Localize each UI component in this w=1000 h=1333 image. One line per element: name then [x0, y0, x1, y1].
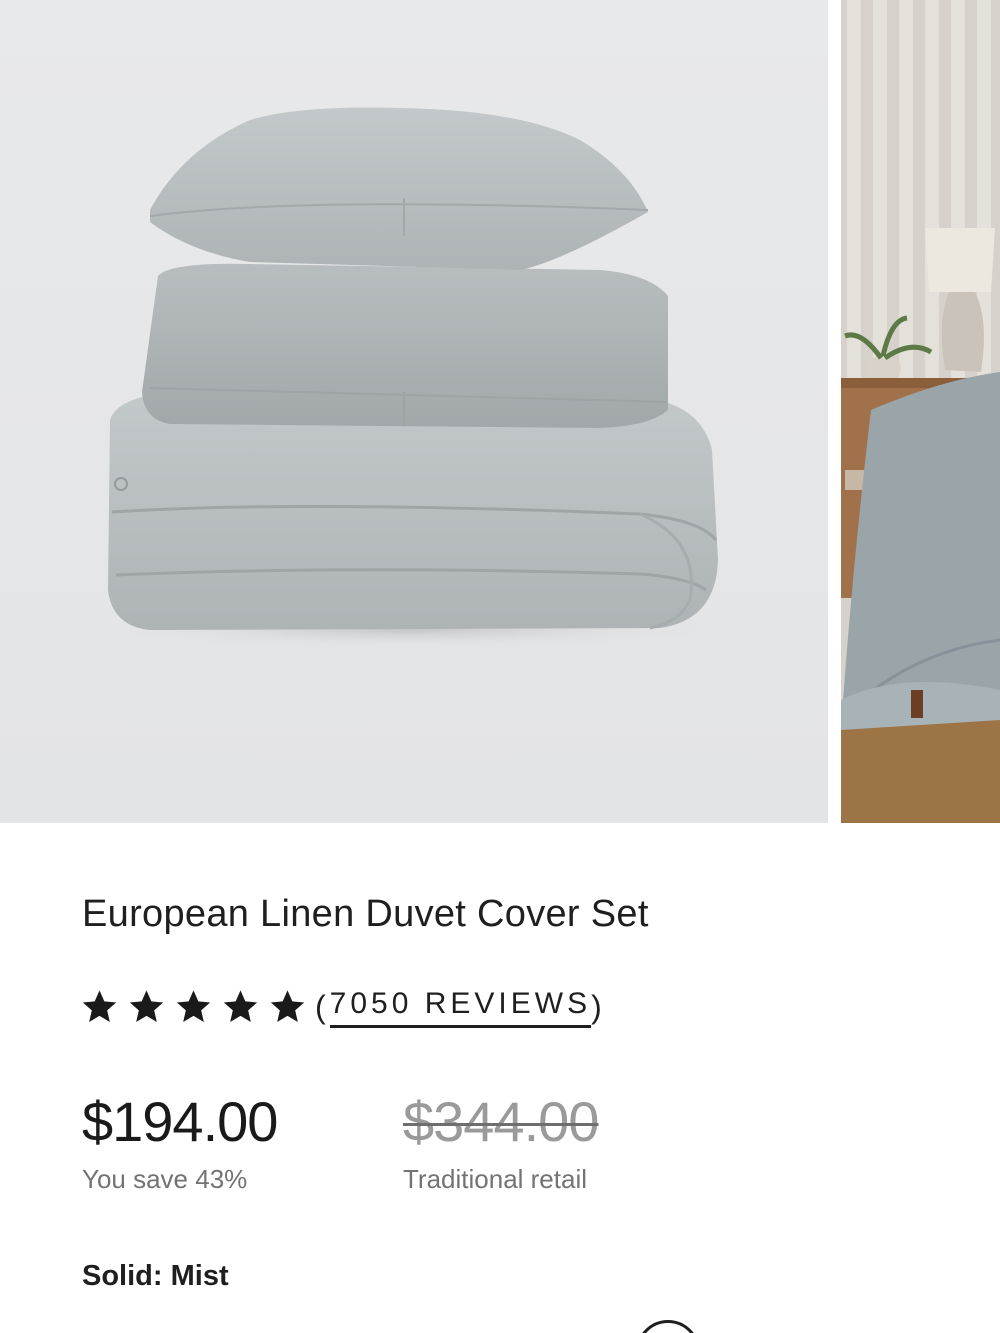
star-icon: [129, 990, 164, 1022]
reviews-link[interactable]: 7050 REVIEWS: [329, 987, 592, 1028]
sale-price: $194.00: [82, 1090, 278, 1153]
color-name: Mist: [170, 1260, 229, 1292]
reviews-open-paren: (: [315, 988, 330, 1025]
sale-price-block: $194.00 You save 43%: [82, 1090, 278, 1195]
retail-price-block: $344.00 Traditional retail: [403, 1090, 599, 1195]
product-rating: ( 7050 REVIEWS ): [78, 985, 606, 1029]
product-title: European Linen Duvet Cover Set: [82, 893, 649, 935]
folded-duvet-pillows-image: [0, 0, 828, 823]
retail-note: Traditional retail: [403, 1164, 588, 1194]
color-swatch[interactable]: [636, 1320, 700, 1333]
reviews-count: ( 7050 REVIEWS ): [315, 987, 606, 1028]
product-image-main[interactable]: [0, 0, 828, 823]
savings-note: You save 43%: [82, 1164, 248, 1194]
product-image-gallery[interactable]: [0, 0, 1000, 823]
reviews-close-paren: ): [591, 988, 606, 1025]
star-icon: [82, 990, 117, 1022]
product-image-next[interactable]: [841, 0, 1000, 823]
star-icon: [270, 990, 305, 1022]
retail-price: $344.00: [403, 1090, 599, 1153]
star-icon: [176, 990, 211, 1022]
star-rating: [78, 987, 309, 1027]
star-icon: [223, 990, 258, 1022]
bedroom-scene-image: [841, 0, 1000, 823]
selected-color-label: Solid: Mist: [82, 1260, 229, 1293]
color-pattern: Solid:: [82, 1260, 163, 1292]
